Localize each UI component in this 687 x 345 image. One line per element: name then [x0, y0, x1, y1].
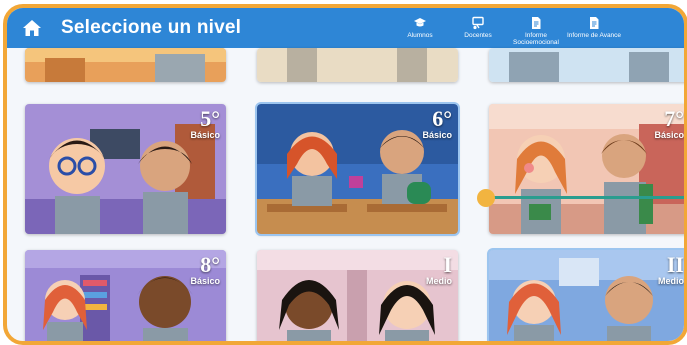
level-cycle: Básico	[654, 130, 684, 140]
level-card-partial[interactable]	[257, 48, 458, 82]
nav-informe-avance[interactable]: Informe de Avance	[566, 10, 622, 46]
document-icon	[590, 17, 599, 29]
nav-label: Alumnos	[407, 32, 433, 39]
level-badge: 6° Básico	[422, 106, 452, 141]
nav-informe-socioemocional[interactable]: Informe Socioemocional	[508, 10, 564, 46]
level-number: 8°	[200, 252, 220, 277]
level-number: 7°	[664, 106, 684, 131]
nav-label: Informe de Avance	[566, 32, 622, 39]
level-number: 6°	[432, 106, 452, 131]
level-badge: 5° Básico	[190, 106, 220, 141]
level-cycle: Medio	[658, 276, 684, 286]
level-card-partial[interactable]	[25, 48, 226, 82]
scene-illustration	[257, 48, 458, 82]
level-cycle: Básico	[190, 130, 220, 140]
level-badge: II Medio	[658, 252, 684, 287]
nav-alumnos[interactable]: Alumnos	[392, 10, 448, 46]
level-card-5-basico[interactable]: 5° Básico	[25, 104, 226, 234]
presentation-board-icon	[472, 16, 484, 30]
level-cycle: Básico	[422, 130, 452, 140]
nav-label: Docentes	[464, 32, 492, 39]
level-cycle: Básico	[190, 276, 220, 286]
level-card-i-medio[interactable]: I Medio	[257, 250, 458, 341]
level-badge: I Medio	[426, 252, 452, 287]
scroll-track[interactable]	[485, 196, 684, 199]
page-title: Seleccione un nivel	[61, 17, 242, 38]
level-number: I	[443, 252, 452, 277]
level-card-ii-medio[interactable]: II Medio	[487, 248, 684, 341]
scene-illustration	[489, 48, 684, 82]
app-frame: Seleccione un nivel Alumnos Docentes Inf…	[3, 4, 687, 345]
scene-illustration	[25, 48, 226, 82]
document-icon	[532, 17, 541, 29]
home-icon	[23, 20, 41, 36]
level-number: II	[666, 252, 684, 277]
header-nav: Alumnos Docentes Informe Socioemocional …	[392, 10, 622, 46]
graduation-cap-icon	[414, 18, 426, 27]
nav-label: Informe Socioemocional	[513, 32, 559, 46]
level-card-8-basico[interactable]: 8° Básico	[25, 250, 226, 341]
level-badge: 7° Básico	[654, 106, 684, 141]
level-number: 5°	[200, 106, 220, 131]
scroll-handle[interactable]	[477, 189, 495, 207]
level-badge: 8° Básico	[190, 252, 220, 287]
level-cycle: Medio	[426, 276, 452, 286]
level-card-7-basico[interactable]: 7° Básico	[489, 104, 684, 234]
level-card-6-basico[interactable]: 6° Básico	[255, 102, 460, 236]
nav-docentes[interactable]: Docentes	[450, 10, 506, 46]
level-card-partial[interactable]	[489, 48, 684, 82]
home-button[interactable]	[21, 17, 43, 39]
header-bar: Seleccione un nivel Alumnos Docentes Inf…	[7, 8, 684, 48]
